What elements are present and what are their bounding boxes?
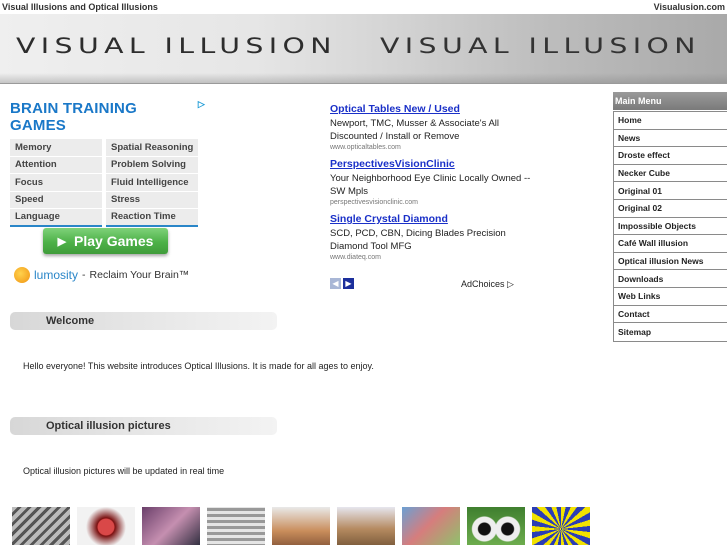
text-ads-block: Optical Tables New / Used Newport, TMC, … xyxy=(330,103,535,268)
illusion-thumbnail[interactable] xyxy=(532,507,590,545)
ad-description: Newport, TMC, Musser & Associate's All D… xyxy=(330,118,499,142)
menu-item-cafe-wall-illusion[interactable]: Café Wall illusion xyxy=(614,235,727,253)
ad-url[interactable]: www.opticaltables.com xyxy=(330,144,535,151)
site-domain: Visualusion.com xyxy=(653,2,725,12)
illusion-thumbnail[interactable] xyxy=(77,507,135,545)
illusion-thumbnail[interactable] xyxy=(337,507,395,545)
illusion-thumbnail[interactable] xyxy=(207,507,265,545)
main-menu-list: Home News Droste effect Necker Cube Orig… xyxy=(613,111,727,342)
ad-title-link[interactable]: Single Crystal Diamond xyxy=(330,213,535,225)
pictures-title: Optical illusion pictures xyxy=(46,420,171,432)
banner-text-right: VISUAL ILLUSION xyxy=(380,34,701,58)
menu-item-necker-cube[interactable]: Necker Cube xyxy=(614,164,727,183)
pictures-text: Optical illusion pictures will be update… xyxy=(23,466,225,476)
brain-category-problem-solving[interactable]: Problem Solving xyxy=(106,156,198,174)
top-bar: Visual Illusions and Optical Illusions V… xyxy=(0,0,727,14)
brain-category-reaction-time[interactable]: Reaction Time xyxy=(106,209,198,227)
brain-training-ad[interactable]: BRAIN TRAINING GAMES ▷ Memory Spatial Re… xyxy=(10,99,205,290)
play-games-label: Play Games xyxy=(74,233,154,249)
brain-ad-title-row[interactable]: BRAIN TRAINING GAMES ▷ xyxy=(10,99,205,134)
brain-category-language[interactable]: Language xyxy=(10,209,102,227)
brain-category-memory[interactable]: Memory xyxy=(10,139,102,157)
lumosity-dash: - xyxy=(82,269,86,281)
brain-category-grid: Memory Spatial Reasoning Attention Probl… xyxy=(10,139,205,227)
illusion-thumbnail[interactable] xyxy=(272,507,330,545)
ad-url[interactable]: www.diateq.com xyxy=(330,254,535,261)
play-arrow-icon: ▶ xyxy=(57,235,67,248)
menu-item-home[interactable]: Home xyxy=(614,112,727,130)
adchoices-triangle-icon[interactable]: ▷ xyxy=(198,99,205,110)
menu-item-droste-effect[interactable]: Droste effect xyxy=(614,147,727,165)
welcome-section-header: Welcome xyxy=(10,312,277,330)
ad-description: Your Neighborhood Eye Clinic Locally Own… xyxy=(330,173,531,197)
menu-item-downloads[interactable]: Downloads xyxy=(614,270,727,288)
illusion-thumbnail[interactable] xyxy=(467,507,525,545)
adchoices-link[interactable]: AdChoices ▷ xyxy=(461,279,514,290)
brain-category-speed[interactable]: Speed xyxy=(10,191,102,209)
ad-next-icon[interactable]: ▶ xyxy=(343,278,354,289)
main-menu-header: Main Menu xyxy=(613,92,727,110)
menu-item-sitemap[interactable]: Sitemap xyxy=(614,323,727,341)
lumosity-logo-icon xyxy=(14,267,30,283)
illusion-thumbnail[interactable] xyxy=(402,507,460,545)
adchoices-icon[interactable]: ▷ xyxy=(507,279,514,289)
brain-category-spatial-reasoning[interactable]: Spatial Reasoning xyxy=(106,139,198,157)
pictures-section-header: Optical illusion pictures xyxy=(10,417,277,435)
ad-title-link[interactable]: PerspectivesVisionClinic xyxy=(330,158,535,170)
menu-item-contact[interactable]: Contact xyxy=(614,305,727,324)
adchoices-label[interactable]: AdChoices xyxy=(461,279,505,289)
menu-item-original-01[interactable]: Original 01 xyxy=(614,182,727,200)
text-ad: PerspectivesVisionClinic Your Neighborho… xyxy=(330,158,535,206)
menu-item-optical-illusion-news[interactable]: Optical illusion News xyxy=(614,252,727,271)
text-ad: Optical Tables New / Used Newport, TMC, … xyxy=(330,103,535,151)
illusion-thumbnail[interactable] xyxy=(142,507,200,545)
menu-item-original-02[interactable]: Original 02 xyxy=(614,199,727,218)
play-games-button[interactable]: ▶ Play Games xyxy=(43,228,168,254)
brain-ad-title[interactable]: BRAIN TRAINING GAMES xyxy=(10,100,196,134)
lumosity-tagline: Reclaim Your Brain™ xyxy=(89,269,190,281)
menu-item-impossible-objects[interactable]: Impossible Objects xyxy=(614,217,727,236)
menu-item-news[interactable]: News xyxy=(614,129,727,148)
welcome-title: Welcome xyxy=(46,315,95,327)
brain-category-fluid-intelligence[interactable]: Fluid Intelligence xyxy=(106,174,198,192)
lumosity-name: lumosity xyxy=(34,268,79,282)
ad-prev-icon[interactable]: ◀ xyxy=(330,278,341,289)
ad-description: SCD, PCD, CBN, Dicing Blades Precision D… xyxy=(330,228,506,252)
ad-title-link[interactable]: Optical Tables New / Used xyxy=(330,103,535,115)
ad-url[interactable]: perspectivesvisionclinic.com xyxy=(330,199,535,206)
lumosity-brand[interactable]: lumosity - Reclaim Your Brain™ xyxy=(14,267,189,283)
main-menu: Main Menu Home News Droste effect Necker… xyxy=(613,92,727,342)
brain-category-stress[interactable]: Stress xyxy=(106,191,198,209)
ad-navigation: ◀ ▶ xyxy=(330,278,354,289)
brain-category-attention[interactable]: Attention xyxy=(10,156,102,174)
illusion-thumbnail[interactable] xyxy=(12,507,70,545)
banner-text-left: VISUAL ILLUSION xyxy=(16,34,337,58)
brain-category-focus[interactable]: Focus xyxy=(10,174,102,192)
banner-shadow xyxy=(0,73,727,83)
illusion-thumbnails xyxy=(12,507,590,545)
header-banner: VISUAL ILLUSION VISUAL ILLUSION xyxy=(0,14,727,84)
text-ad: Single Crystal Diamond SCD, PCD, CBN, Di… xyxy=(330,213,535,261)
site-title: Visual Illusions and Optical Illusions xyxy=(2,2,158,12)
welcome-text: Hello everyone! This website introduces … xyxy=(23,361,374,371)
menu-item-web-links[interactable]: Web Links xyxy=(614,287,727,306)
